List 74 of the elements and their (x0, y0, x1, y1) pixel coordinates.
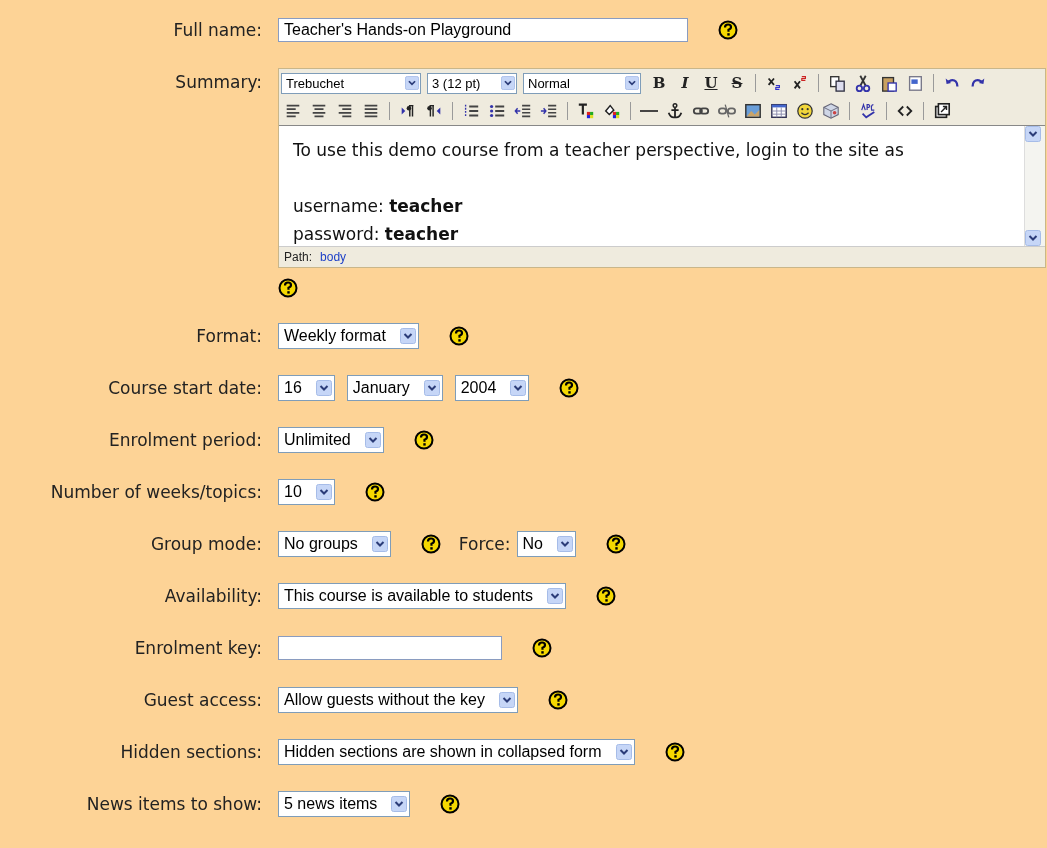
field-label: Force: (458, 534, 511, 554)
dropdown-field[interactable]: Hidden sections are shown in collapsed form (278, 739, 635, 765)
anchor-icon (666, 102, 684, 120)
text-color-icon (577, 102, 595, 120)
dropdown-field[interactable]: This course is available to students (278, 583, 566, 609)
field-label: Course start date: (108, 377, 262, 400)
help-icon[interactable] (364, 482, 385, 502)
help-icon[interactable] (606, 534, 626, 554)
field-label: Enrolment key: (134, 637, 262, 660)
field-label: Summary: (175, 71, 262, 94)
field-label: Format: (196, 325, 262, 348)
text-field[interactable]: Teacher's Hands-on Playground (278, 18, 688, 42)
field-label: Guest access: (143, 689, 262, 712)
indent-icon (540, 102, 558, 120)
dropdown-field[interactable]: No (516, 531, 576, 557)
bullet-list-icon (488, 102, 506, 120)
horizontal-rule-icon (640, 109, 658, 113)
fullscreen-icon (933, 102, 951, 120)
field-label: Enrolment period: (109, 429, 262, 452)
smiley-icon (796, 102, 814, 120)
font-dropdown[interactable]: Trebuchet (281, 72, 421, 94)
dropdown-field[interactable]: No groups (278, 531, 391, 557)
field-label: News items to show: (86, 793, 262, 816)
help-icon[interactable] (420, 534, 441, 554)
help-icon[interactable] (548, 690, 568, 710)
help-icon[interactable] (718, 20, 738, 40)
bold-button[interactable]: B (647, 72, 671, 94)
cut-icon (854, 74, 872, 92)
dropdown-field[interactable]: January (346, 375, 443, 401)
highlight-color-icon (603, 102, 621, 120)
copy-icon (828, 74, 846, 92)
paste-icon (880, 74, 898, 92)
superscript-icon (791, 74, 809, 92)
path-link[interactable]: body (320, 250, 347, 264)
dropdown-field[interactable]: Unlimited (278, 427, 384, 453)
dropdown-field[interactable]: 16 (278, 375, 335, 401)
strike-button[interactable]: S (725, 72, 749, 94)
spellcheck-icon (859, 102, 877, 120)
underline-button[interactable]: U (699, 72, 723, 94)
outdent-icon (514, 102, 532, 120)
help-icon[interactable] (448, 326, 469, 346)
field-label: Availability: (164, 585, 262, 608)
size-dropdown[interactable]: 3 (12 pt) (427, 72, 517, 94)
help-icon[interactable] (278, 278, 298, 298)
field-label: Number of weeks/topics: (50, 481, 262, 504)
dropdown-field[interactable]: 2004 (454, 375, 530, 401)
path-label: Path: (284, 250, 313, 264)
help-icon[interactable] (664, 742, 685, 762)
unlink-icon (718, 102, 736, 120)
field-label: Hidden sections: (120, 741, 262, 764)
help-icon[interactable] (596, 586, 616, 606)
help-icon[interactable] (559, 378, 580, 398)
style-dropdown[interactable]: Normal (523, 72, 641, 94)
rich-text-editor[interactable]: Trebuchet 3 (12 pt) Normal B I U S To use this demo course from a teacher perspective, login to the site as username: teacher password: teacher Path: body (278, 68, 1046, 268)
help-icon[interactable] (413, 430, 434, 450)
dropdown-field[interactable]: Weekly format (278, 323, 419, 349)
dropdown-field[interactable]: 5 news items (278, 791, 411, 817)
help-icon[interactable] (532, 638, 552, 658)
align-left-icon (284, 102, 302, 120)
cube-icon (822, 102, 840, 120)
help-icon[interactable] (440, 794, 461, 814)
paste-word-icon (906, 74, 924, 92)
dropdown-field[interactable]: Allow guests without the key (278, 687, 518, 713)
italic-button[interactable]: I (673, 72, 697, 94)
justify-icon (362, 102, 380, 120)
field-label: Group mode: (150, 533, 262, 556)
dropdown-field[interactable]: 10 (278, 479, 335, 505)
align-right-icon (336, 102, 354, 120)
table-icon (770, 102, 788, 120)
field-label: Full name: (173, 19, 262, 42)
image-icon (744, 102, 762, 120)
scrollbar[interactable] (1024, 126, 1045, 246)
align-center-icon (310, 102, 328, 120)
text-field[interactable] (278, 636, 502, 660)
